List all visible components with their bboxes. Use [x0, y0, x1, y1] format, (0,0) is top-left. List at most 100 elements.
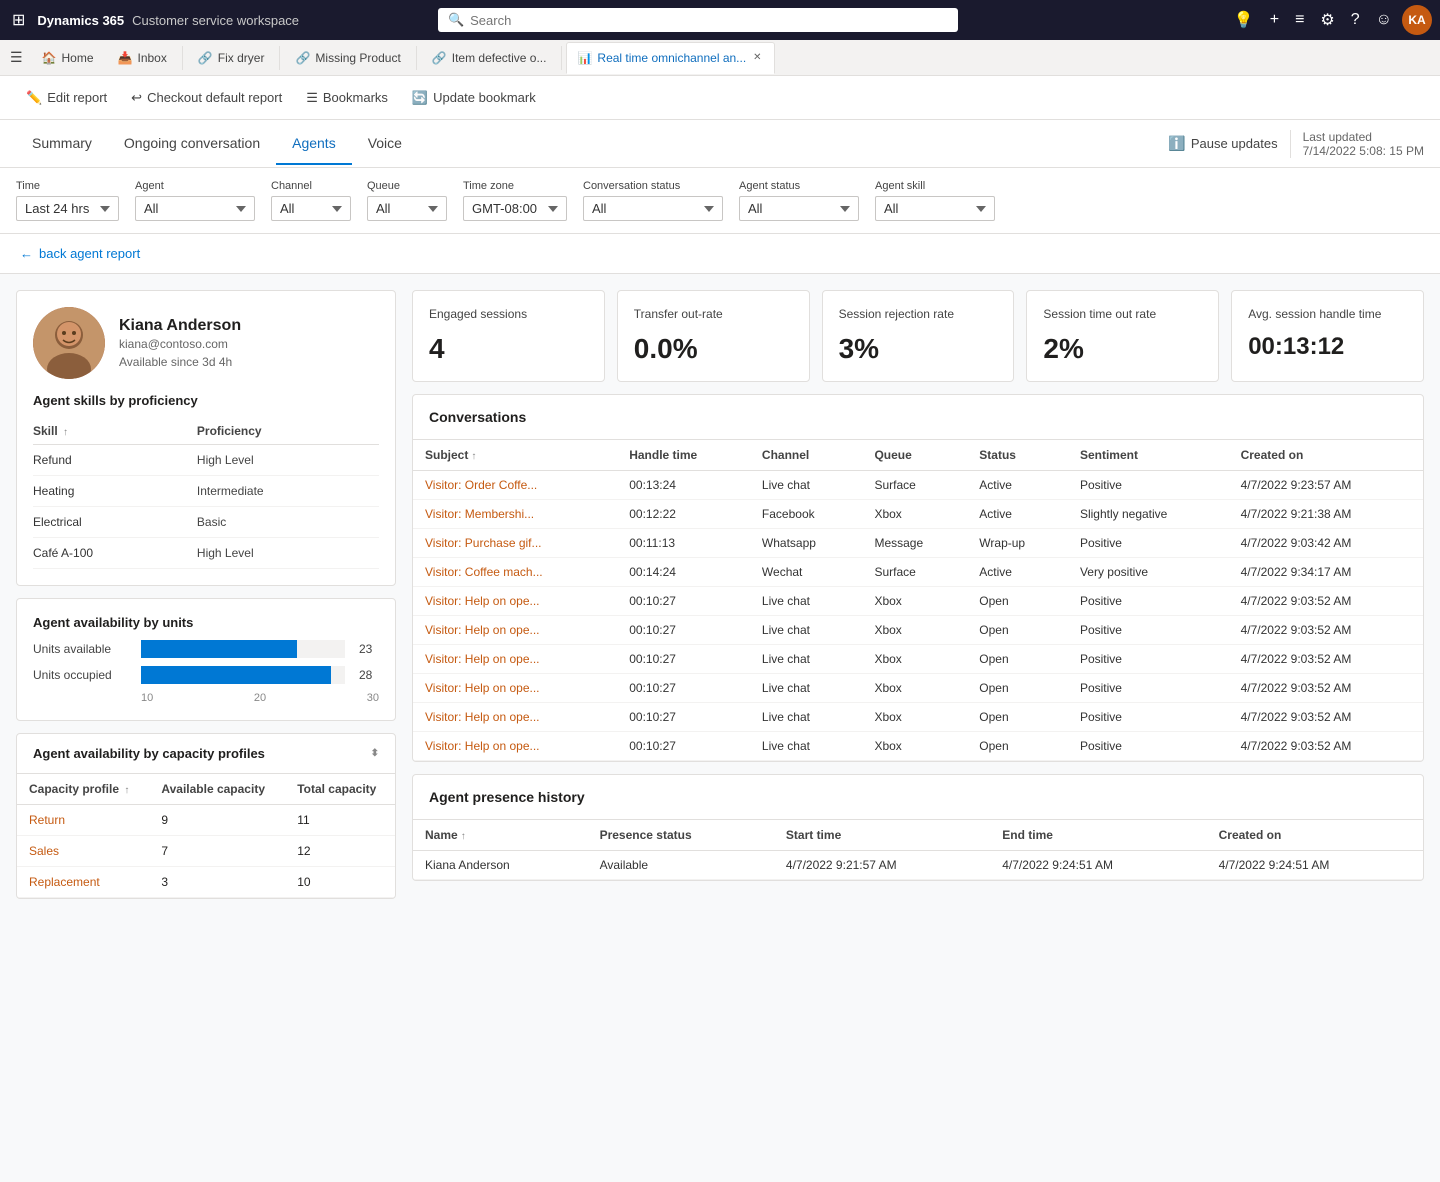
app-logo: Dynamics 365 Customer service workspace — [37, 13, 299, 28]
conv-subject[interactable]: Visitor: Help on ope... — [413, 674, 617, 703]
conv-handle-time: 00:10:27 — [617, 645, 750, 674]
filter-timezone-select[interactable]: GMT-08:00 — [463, 196, 567, 221]
metric-title: Engaged sessions — [429, 307, 588, 321]
search-box[interactable]: 🔍 — [438, 8, 958, 32]
conv-column-header: Status — [967, 440, 1068, 471]
bar-axis: 102030 — [33, 692, 379, 704]
conv-queue: Xbox — [862, 645, 967, 674]
tab-summary[interactable]: Summary — [16, 123, 108, 165]
conv-status: Open — [967, 645, 1068, 674]
conv-subject[interactable]: Visitor: Help on ope... — [413, 703, 617, 732]
filter-conv-status-select[interactable]: All — [583, 196, 723, 221]
conv-column-header: Channel — [750, 440, 863, 471]
metric-transfer-out-rate: Transfer out-rate 0.0% — [617, 290, 810, 382]
filter-channel-label: Channel — [271, 180, 351, 192]
tab-ongoing-conversation[interactable]: Ongoing conversation — [108, 123, 276, 165]
conv-subject[interactable]: Visitor: Purchase gif... — [413, 529, 617, 558]
conv-sentiment: Positive — [1068, 616, 1229, 645]
axis-label: 10 — [141, 692, 153, 704]
proficiency-column-header: Proficiency — [197, 418, 379, 445]
capacity-profiles-scroll[interactable]: Capacity profile ↑ Available capacity To… — [17, 774, 395, 898]
conv-subject[interactable]: Visitor: Order Coffe... — [413, 471, 617, 500]
right-panel: Engaged sessions 4Transfer out-rate 0.0%… — [412, 290, 1424, 899]
conversation-row: Visitor: Help on ope... 00:10:27 Live ch… — [413, 616, 1423, 645]
tab-agents[interactable]: Agents — [276, 123, 352, 165]
conv-sentiment: Slightly negative — [1068, 500, 1229, 529]
tab-item-defective[interactable]: 🔗 Item defective o... — [421, 42, 558, 74]
update-bookmark-button[interactable]: 🔄 Update bookmark — [402, 85, 546, 111]
lightbulb-icon[interactable]: 💡 — [1228, 4, 1260, 36]
conv-subject[interactable]: Visitor: Help on ope... — [413, 616, 617, 645]
conv-status: Open — [967, 732, 1068, 761]
conv-subject[interactable]: Visitor: Coffee mach... — [413, 558, 617, 587]
sort-icon[interactable]: ↑ — [63, 427, 68, 438]
tab-missing-product[interactable]: 🔗 Missing Product — [284, 42, 411, 74]
filter-agent-skill-select[interactable]: All — [875, 196, 995, 221]
conv-channel: Whatsapp — [750, 529, 863, 558]
smiley-icon[interactable]: ☺ — [1370, 5, 1398, 35]
tab-real-time-label: Real time omnichannel an... — [597, 51, 746, 65]
pause-updates-button[interactable]: ℹ️ Pause updates — [1168, 135, 1277, 152]
tab-fix-dryer[interactable]: 🔗 Fix dryer — [187, 42, 276, 74]
filter-agent-status-select[interactable]: All — [739, 196, 859, 221]
filter-agent-select[interactable]: All — [135, 196, 255, 221]
metric-value: 0.0% — [634, 333, 793, 365]
presence-column-header: End time — [990, 820, 1206, 851]
conv-channel: Live chat — [750, 703, 863, 732]
update-bookmark-label: Update bookmark — [433, 90, 536, 105]
tab-real-time[interactable]: 📊 Real time omnichannel an... ✕ — [566, 42, 774, 74]
conv-subject[interactable]: Visitor: Help on ope... — [413, 645, 617, 674]
metric-value: 00:13:12 — [1248, 333, 1407, 361]
checkout-default-button[interactable]: ↩ Checkout default report — [121, 85, 292, 111]
add-icon[interactable]: + — [1264, 5, 1285, 35]
filter-channel-select[interactable]: All — [271, 196, 351, 221]
capacity-profile-name[interactable]: Replacement — [17, 867, 149, 898]
conv-handle-time: 00:14:24 — [617, 558, 750, 587]
capacity-profiles-header: Agent availability by capacity profiles … — [17, 734, 395, 774]
settings-icon[interactable]: ⚙ — [1314, 4, 1340, 36]
help-icon[interactable]: ? — [1345, 5, 1366, 35]
agent-email: kiana@contoso.com — [119, 337, 379, 351]
back-link[interactable]: ← back agent report — [0, 234, 1440, 274]
bookmarks-label: Bookmarks — [323, 90, 388, 105]
filter-queue-label: Queue — [367, 180, 447, 192]
tab-close-icon[interactable]: ✕ — [751, 50, 763, 65]
search-input[interactable] — [470, 13, 948, 28]
conv-status: Open — [967, 703, 1068, 732]
bookmarks-button[interactable]: ☰ Bookmarks — [296, 85, 398, 111]
capacity-profiles-title: Agent availability by capacity profiles — [33, 746, 265, 761]
conv-subject[interactable]: Visitor: Membershi... — [413, 500, 617, 529]
capacity-profile-name[interactable]: Return — [17, 805, 149, 836]
tab-menu-icon[interactable]: ☰ — [4, 45, 29, 70]
capacity-profile-col-header: Capacity profile ↑ — [17, 774, 149, 805]
conv-channel: Live chat — [750, 587, 863, 616]
filter-queue-select[interactable]: All — [367, 196, 447, 221]
conversations-scroll-container[interactable]: Subject↑Handle timeChannelQueueStatusSen… — [413, 440, 1423, 761]
skill-column-header: Skill ↑ — [33, 418, 197, 445]
waffle-icon[interactable]: ⊞ — [8, 6, 29, 34]
tab-inbox[interactable]: 📥 Inbox — [107, 42, 178, 74]
filter-time-select[interactable]: Last 24 hrs — [16, 196, 119, 221]
bar-value: 23 — [359, 642, 379, 656]
presence-history-row: Kiana Anderson Available 4/7/2022 9:21:5… — [413, 851, 1423, 880]
conv-subject[interactable]: Visitor: Help on ope... — [413, 587, 617, 616]
axis-label: 30 — [367, 692, 379, 704]
capacity-sort-icon[interactable]: ↑ — [124, 785, 129, 796]
tab-home[interactable]: 🏠 Home — [31, 42, 105, 74]
tab-voice[interactable]: Voice — [352, 123, 418, 165]
user-avatar[interactable]: KA — [1402, 5, 1432, 35]
filter-icon[interactable]: ≡ — [1289, 5, 1310, 35]
dynamics-logo-text: Dynamics 365 — [37, 13, 124, 28]
home-icon: 🏠 — [42, 51, 57, 65]
capacity-profile-name[interactable]: Sales — [17, 836, 149, 867]
conv-subject[interactable]: Visitor: Help on ope... — [413, 732, 617, 761]
conv-created-on: 4/7/2022 9:03:52 AM — [1229, 616, 1423, 645]
presence-name: Kiana Anderson — [413, 851, 588, 880]
presence-column-header: Presence status — [588, 820, 774, 851]
edit-report-button[interactable]: ✏️ Edit report — [16, 85, 117, 111]
presence-scroll-container[interactable]: Name↑Presence statusStart timeEnd timeCr… — [413, 820, 1423, 880]
conv-channel: Live chat — [750, 616, 863, 645]
filter-conversation-status: Conversation status All — [583, 180, 723, 221]
conv-status: Active — [967, 558, 1068, 587]
skills-title: Agent skills by proficiency — [33, 393, 379, 408]
